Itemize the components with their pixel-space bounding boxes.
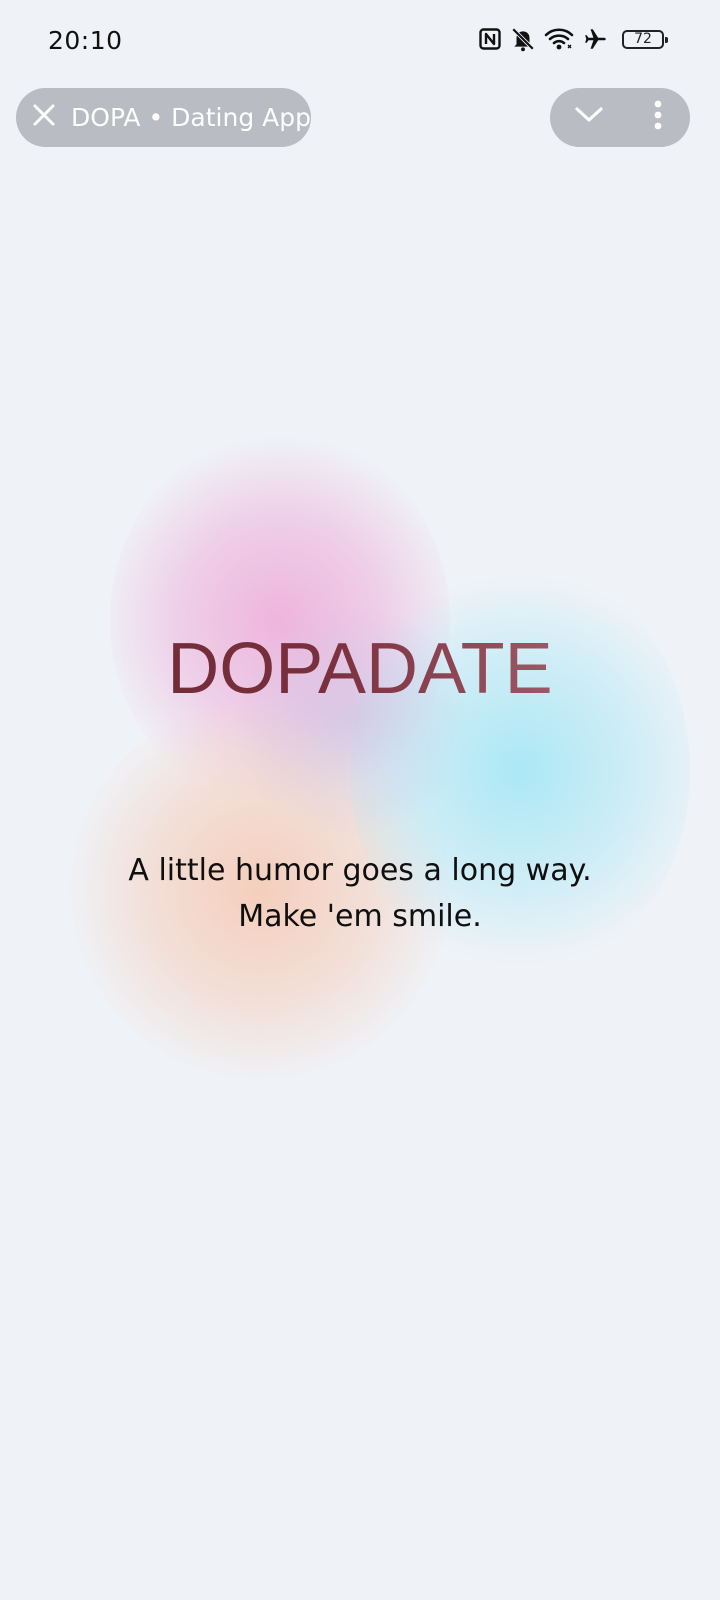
close-button[interactable] — [31, 103, 57, 133]
status-time: 20:10 — [48, 26, 123, 55]
tagline-line-1: A little humor goes a long way. — [128, 853, 592, 888]
more-vert-icon — [653, 100, 663, 135]
nfc-icon — [478, 27, 502, 51]
airplane-icon — [582, 26, 610, 52]
close-icon — [31, 102, 57, 133]
status-bar: 20:10 72 — [0, 0, 720, 84]
more-options-button[interactable] — [643, 98, 673, 138]
chevron-down-icon — [574, 105, 604, 130]
app-title: DOPA • Dating App — [71, 103, 311, 132]
battery-level: 72 — [634, 30, 652, 47]
status-icons: 72 — [478, 26, 668, 52]
app-actions-pill — [550, 88, 690, 147]
brand-logo-text: DOPADATE — [0, 628, 720, 710]
app-header-pill: DOPA • Dating App — [16, 88, 311, 147]
tagline: A little humor goes a long way. Make 'em… — [0, 848, 720, 940]
minimize-button[interactable] — [569, 98, 609, 138]
tagline-line-2: Make 'em smile. — [238, 899, 482, 934]
bell-off-icon — [510, 26, 536, 52]
wifi-icon — [544, 26, 574, 52]
battery-icon: 72 — [622, 29, 668, 49]
